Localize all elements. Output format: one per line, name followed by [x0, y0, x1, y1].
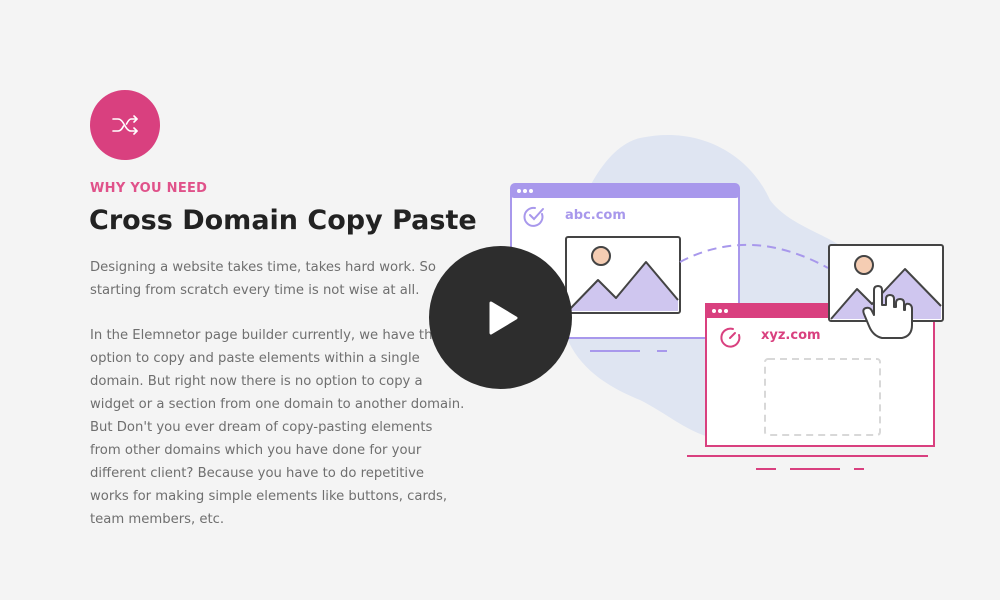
shuffle-badge [90, 90, 160, 160]
image-placeholder-icon [565, 236, 681, 314]
section-eyebrow: WHY YOU NEED [90, 181, 208, 196]
shuffle-icon [112, 115, 138, 135]
page-title: Cross Domain Copy Paste [89, 205, 477, 236]
intro-paragraph: Designing a website takes time, takes ha… [90, 260, 436, 298]
source-domain-label: abc.com [565, 208, 626, 223]
target-domain-label: xyz.com [761, 328, 821, 343]
play-icon [489, 301, 517, 334]
detail-paragraph: In the Elemnetor page builder currently,… [90, 328, 465, 527]
play-video-button[interactable] [429, 246, 572, 389]
